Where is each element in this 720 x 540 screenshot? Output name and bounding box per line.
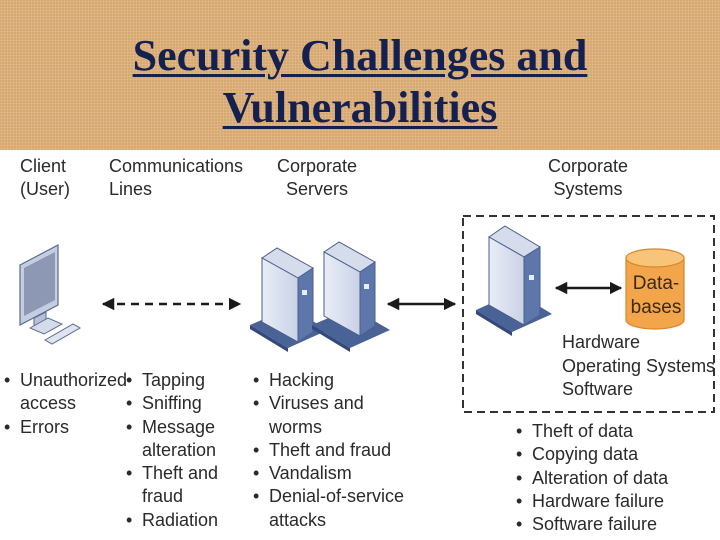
communication-threats-list: Tapping Sniffing Message alteration Thef… (122, 369, 222, 532)
list-item: Viruses and worms (249, 392, 409, 439)
list-item: Theft of data (512, 420, 712, 444)
component-software: Software (562, 379, 634, 399)
list-item: Sniffing (122, 392, 222, 416)
component-os: Operating Systems (562, 355, 716, 376)
component-hardware: Hardware (562, 332, 641, 352)
client-threats-list: Unauthorized access Errors (0, 369, 127, 440)
list-item: Hardware failure (512, 490, 712, 514)
server-icon (476, 225, 552, 336)
system-components: Hardware Operating Systems Software (562, 331, 715, 402)
list-item: Message alteration (122, 416, 222, 463)
servers-icon (250, 241, 390, 352)
list-item: Hacking (249, 369, 409, 393)
list-item: Copying data (512, 443, 712, 467)
list-item: Radiation (122, 509, 222, 533)
database-label: Data- bases (622, 272, 690, 320)
list-item: Unauthorized access (0, 369, 127, 416)
list-item: Tapping (122, 369, 222, 393)
list-item: Denial-of-service attacks (249, 485, 409, 532)
database-label-line1: Data- (632, 273, 680, 294)
database-label-line2: bases (630, 297, 682, 318)
list-item: Alteration of data (512, 467, 712, 491)
list-item: Theft and fraud (249, 439, 409, 463)
list-item: Errors (0, 416, 120, 440)
list-item: Theft and fraud (122, 462, 222, 509)
system-threats-list: Theft of data Copying data Alteration of… (512, 420, 712, 537)
computer-icon (19, 244, 82, 345)
server-threats-list: Hacking Viruses and worms Theft and frau… (249, 369, 409, 532)
list-item: Vandalism (249, 462, 409, 486)
list-item: Software failure (512, 513, 712, 537)
